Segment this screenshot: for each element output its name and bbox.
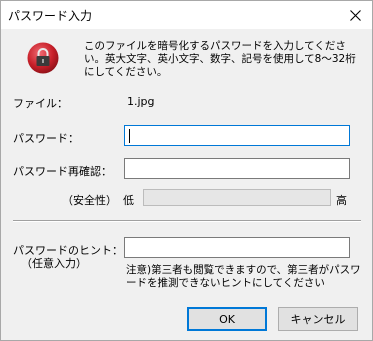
cancel-button[interactable]: キャンセル	[278, 307, 358, 331]
hint-field[interactable]	[124, 237, 350, 258]
file-label: ファイル：	[13, 97, 68, 110]
hint-note: 注意)第三者も閲覧できますので、第三者がパスワードを推測できないヒントにしてくだ…	[126, 264, 361, 289]
strength-high-label: 高	[336, 194, 347, 207]
strength-label: （安全性）	[62, 194, 117, 207]
confirm-password-label: パスワード再確認：	[13, 165, 112, 178]
close-icon	[349, 9, 361, 21]
password-label: パスワード：	[13, 132, 79, 145]
separator	[13, 220, 361, 222]
ok-button[interactable]: OK	[187, 307, 267, 331]
title-bar: パスワード入力	[1, 1, 372, 29]
hint-optional-label: （任意入力）	[21, 257, 87, 270]
text-caret	[129, 129, 130, 143]
password-dialog: パスワード入力 このファイルを暗号化するパスワードを入力してください。英大文字、…	[0, 0, 373, 341]
intro-text: このファイルを暗号化するパスワードを入力してください。英大文字、英小文字、数字、…	[84, 40, 356, 78]
strength-meter	[143, 189, 331, 206]
password-field[interactable]	[124, 125, 350, 146]
window-title: パスワード入力	[8, 9, 93, 23]
strength-low-label: 低	[123, 194, 134, 207]
confirm-password-field[interactable]	[124, 158, 350, 179]
lock-icon	[27, 42, 59, 74]
close-button[interactable]	[338, 1, 372, 29]
file-name: 1.jpg	[127, 95, 155, 108]
